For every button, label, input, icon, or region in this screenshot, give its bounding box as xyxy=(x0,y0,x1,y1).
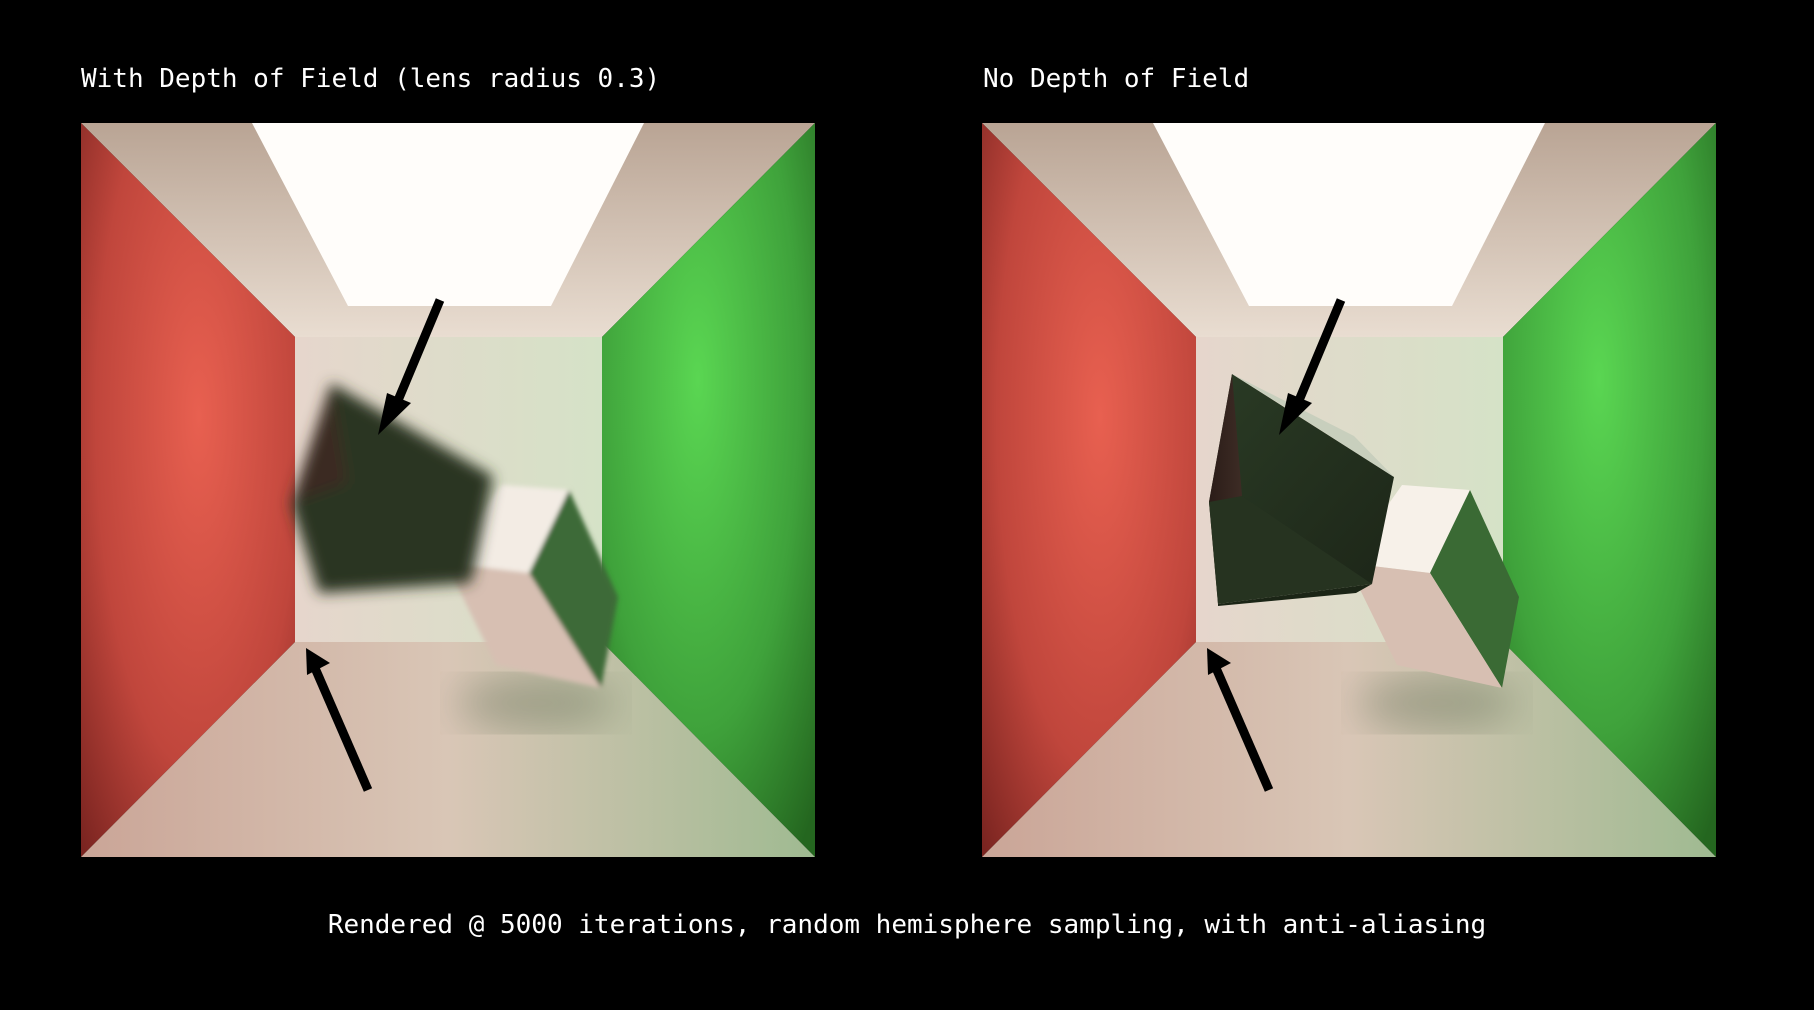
right-panel-title: No Depth of Field xyxy=(983,64,1250,94)
cornell-box-sharp-image xyxy=(982,123,1716,857)
render-no-depth-of-field xyxy=(982,123,1716,857)
left-panel-title: With Depth of Field (lens radius 0.3) xyxy=(81,64,661,94)
cornell-box-dof-image xyxy=(81,123,815,857)
render-caption: Rendered @ 5000 iterations, random hemis… xyxy=(327,910,1487,940)
render-with-depth-of-field xyxy=(81,123,815,857)
